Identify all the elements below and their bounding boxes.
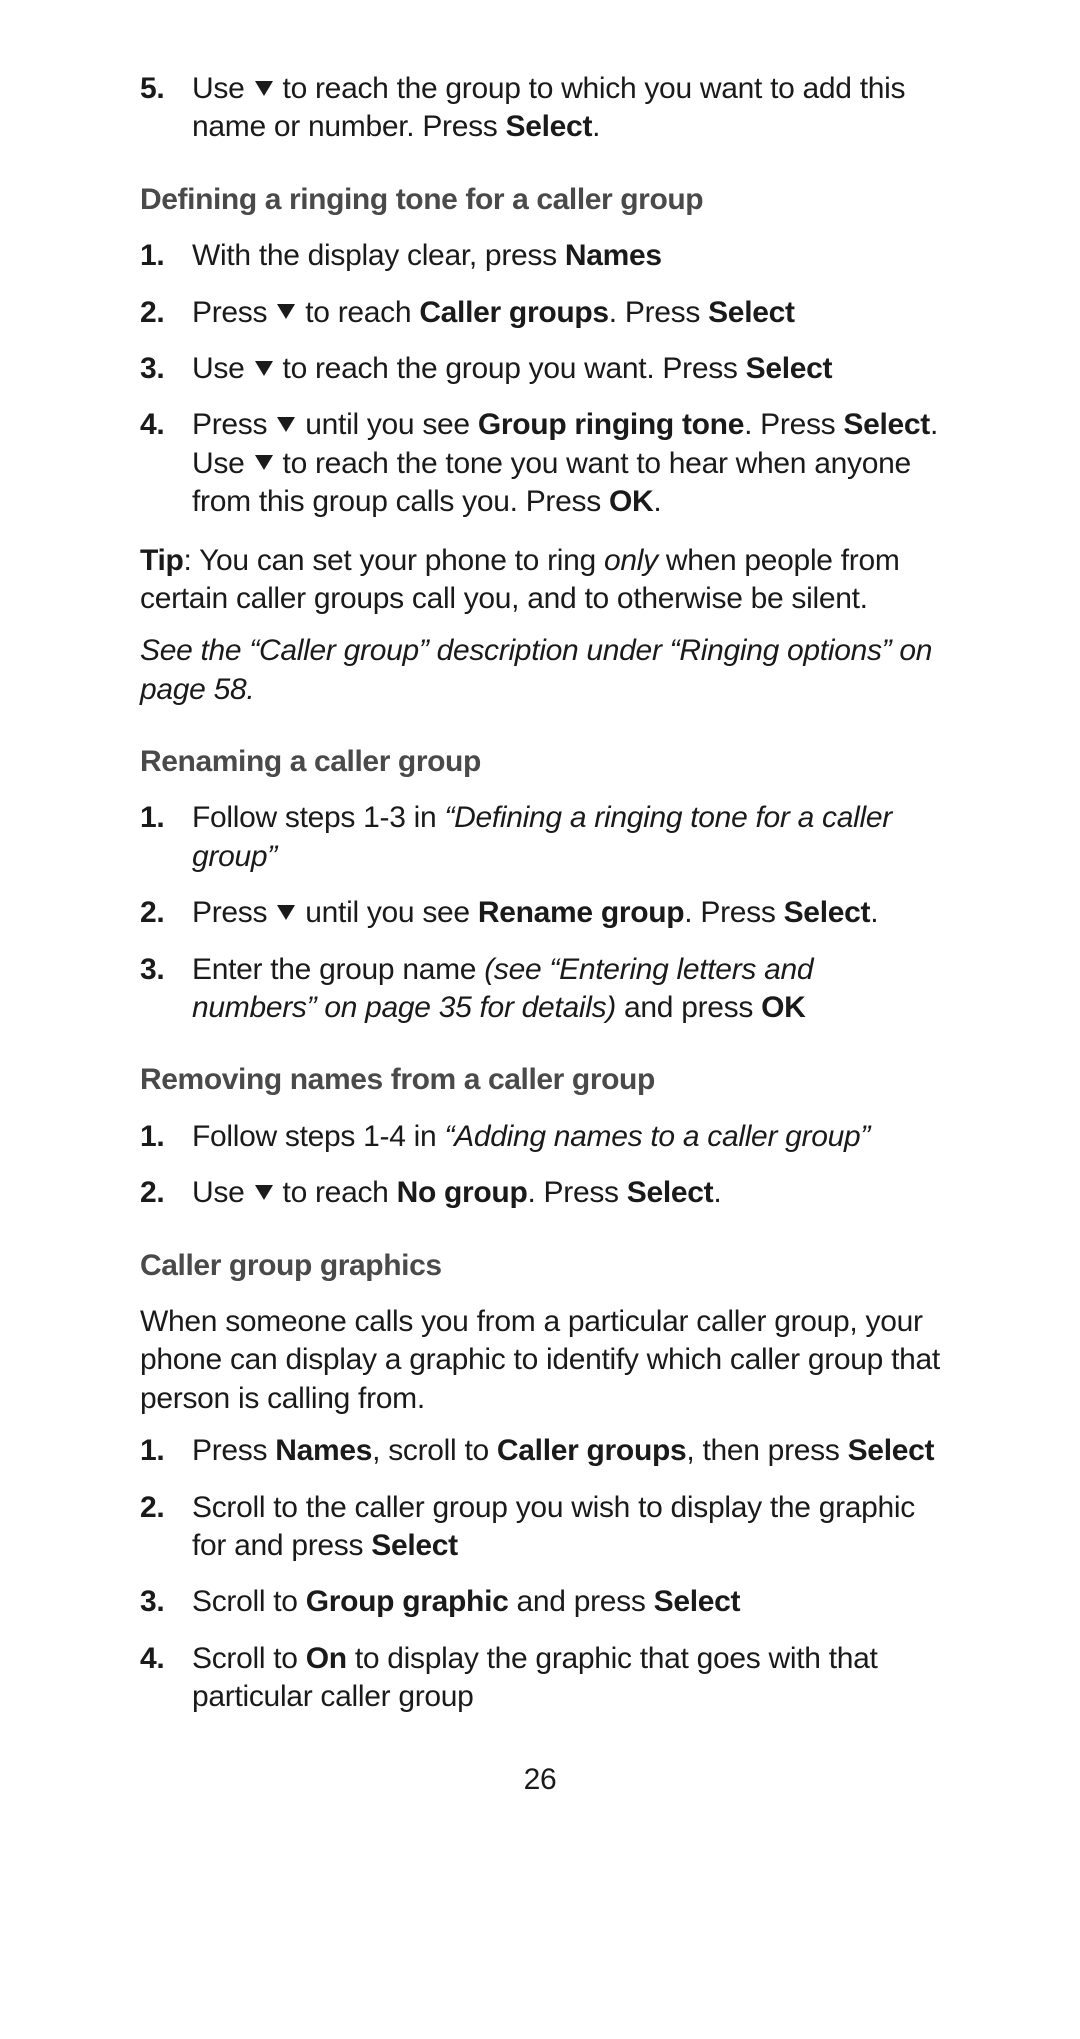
down-triangle-icon [277,417,295,432]
button-label: Select [371,1529,458,1562]
step: 2. Press to reach Caller groups. Press S… [140,294,940,332]
section-heading: Defining a ringing tone for a caller gro… [140,181,940,219]
down-triangle-icon [255,361,273,376]
button-label: Select [848,1434,935,1467]
step: 1. With the display clear, press Names [140,237,940,275]
step-number: 1. [140,1432,192,1470]
step-number: 1. [140,237,192,275]
step: 4. Press until you see Group ringing ton… [140,406,940,521]
step-body: Use to reach the group to which you want… [192,70,940,147]
step-number: 4. [140,1640,192,1717]
page-number: 26 [140,1761,940,1799]
down-triangle-icon [255,455,273,470]
step-body: Use to reach the group you want. Press S… [192,350,940,388]
button-label: Names [565,239,662,272]
step-number: 2. [140,1174,192,1212]
step: 1. Press Names, scroll to Caller groups,… [140,1432,940,1470]
tip-label: Tip [140,544,184,577]
button-label: Names [275,1434,372,1467]
button-label: On [306,1642,347,1675]
step-number: 1. [140,1118,192,1156]
button-label: Select [654,1585,741,1618]
button-label: Select [784,896,871,929]
down-triangle-icon [277,905,295,920]
step-number: 2. [140,294,192,332]
step-body: Press until you see Rename group. Press … [192,894,940,932]
step-body: Scroll to Group graphic and press Select [192,1583,940,1621]
down-triangle-icon [255,81,273,96]
step: 1. Follow steps 1-3 in “Defining a ringi… [140,799,940,876]
step-body: Scroll to the caller group you wish to d… [192,1489,940,1566]
step: 4. Scroll to On to display the graphic t… [140,1640,940,1717]
button-label: Rename group [478,896,684,929]
button-label: Group ringing tone [478,408,744,441]
step: 2. Scroll to the caller group you wish t… [140,1489,940,1566]
step-number: 1. [140,799,192,876]
button-label: Select [843,408,930,441]
step-number: 3. [140,350,192,388]
down-triangle-icon [255,1185,273,1200]
step: 3. Use to reach the group you want. Pres… [140,350,940,388]
step: 2. Press until you see Rename group. Pre… [140,894,940,932]
step-body: Enter the group name (see “Entering lett… [192,951,940,1028]
step-body: Follow steps 1-4 in “Adding names to a c… [192,1118,940,1156]
step-body: With the display clear, press Names [192,237,940,275]
step-body: Follow steps 1-3 in “Defining a ringing … [192,799,940,876]
button-label: Select [627,1176,714,1209]
section-heading: Caller group graphics [140,1247,940,1285]
section-intro: When someone calls you from a particular… [140,1303,940,1418]
step: 3. Scroll to Group graphic and press Sel… [140,1583,940,1621]
step-body: Press to reach Caller groups. Press Sele… [192,294,940,332]
down-triangle-icon [277,304,295,319]
step-number: 2. [140,1489,192,1566]
step-number: 3. [140,951,192,1028]
step-body: Use to reach No group. Press Select. [192,1174,940,1212]
button-label: Caller groups [419,296,608,329]
step-body: Press Names, scroll to Caller groups, th… [192,1432,940,1470]
button-label: Select [506,110,593,143]
section-heading: Renaming a caller group [140,743,940,781]
step-number: 2. [140,894,192,932]
button-label: OK [761,991,805,1024]
step-number: 4. [140,406,192,521]
section-heading: Removing names from a caller group [140,1061,940,1099]
step: 5. Use to reach the group to which you w… [140,70,940,147]
step: 3. Enter the group name (see “Entering l… [140,951,940,1028]
button-label: OK [609,485,653,518]
cross-reference: See the “Caller group” description under… [140,632,940,709]
step-body: Press until you see Group ringing tone. … [192,406,940,521]
step: 2. Use to reach No group. Press Select. [140,1174,940,1212]
button-label: Select [746,352,833,385]
step: 1. Follow steps 1-4 in “Adding names to … [140,1118,940,1156]
tip-paragraph: Tip: You can set your phone to ring only… [140,542,940,619]
button-label: Group graphic [306,1585,509,1618]
step-number: 5. [140,70,192,147]
button-label: No group [397,1176,528,1209]
button-label: Caller groups [497,1434,686,1467]
step-number: 3. [140,1583,192,1621]
step-body: Scroll to On to display the graphic that… [192,1640,940,1717]
button-label: Select [708,296,795,329]
